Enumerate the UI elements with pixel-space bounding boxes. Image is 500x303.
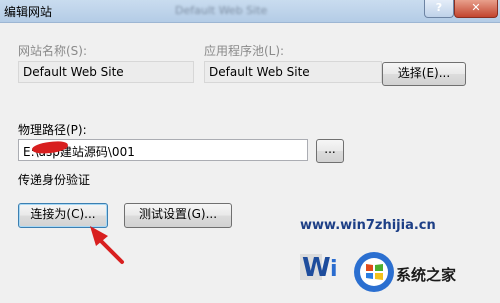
svg-text:W: W (302, 253, 331, 283)
watermark-brand: 系统之家 (396, 266, 457, 284)
svg-text:i: i (330, 257, 338, 282)
watermark-url: www.win7zhijia.cn (300, 218, 436, 233)
